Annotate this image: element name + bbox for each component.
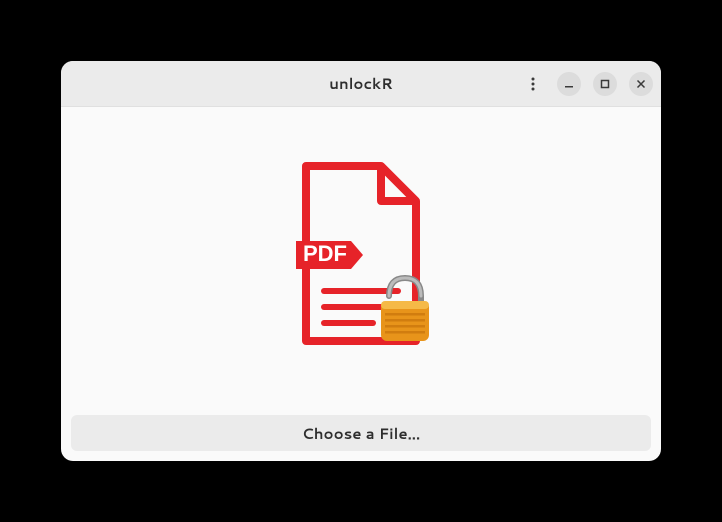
main-content: PDF <box>61 107 661 405</box>
choose-file-button[interactable]: Choose a File... <box>71 415 651 451</box>
footer-bar: Choose a File... <box>61 405 661 461</box>
minimize-button[interactable] <box>557 72 581 96</box>
close-button[interactable] <box>629 72 653 96</box>
minimize-icon <box>564 79 574 89</box>
close-icon <box>636 79 646 89</box>
app-window: unlockR <box>61 61 661 461</box>
pdf-file-icon: PDF <box>281 156 441 356</box>
svg-text:PDF: PDF <box>303 241 347 266</box>
header-controls <box>513 72 653 96</box>
maximize-button[interactable] <box>593 72 617 96</box>
pdf-lock-illustration: PDF <box>281 156 441 356</box>
window-title: unlockR <box>209 73 513 94</box>
header-bar: unlockR <box>61 61 661 107</box>
maximize-icon <box>600 79 610 89</box>
kebab-menu-icon <box>525 76 541 92</box>
menu-button[interactable] <box>521 72 545 96</box>
